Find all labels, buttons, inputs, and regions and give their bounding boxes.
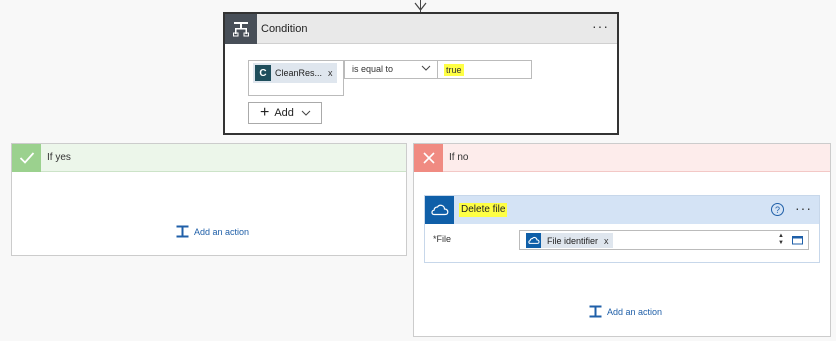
token-label: CleanRes...: [275, 68, 323, 78]
if-yes-title: If yes: [47, 152, 71, 163]
condition-title: Condition: [261, 23, 308, 35]
operator-value: is equal to: [352, 64, 394, 74]
if-yes-header[interactable]: If yes: [12, 144, 406, 172]
if-no-branch: If no Delete file ? ··· *File File ident…: [413, 143, 831, 337]
add-action-yes-button[interactable]: Add an action: [176, 225, 249, 238]
add-condition-button[interactable]: + Add: [248, 102, 322, 124]
condition-menu-icon[interactable]: ···: [592, 18, 609, 34]
add-button-label: Add: [274, 107, 294, 119]
token-label: File identifier: [547, 235, 599, 246]
help-icon[interactable]: ?: [771, 203, 784, 216]
condition-value-text: true: [444, 64, 464, 76]
action-menu-icon[interactable]: ···: [795, 200, 812, 216]
plus-icon: +: [260, 104, 270, 121]
condition-header[interactable]: Condition ···: [225, 14, 617, 44]
if-no-title: If no: [449, 152, 469, 163]
condition-card[interactable]: Condition ··· C CleanRes... x is equal t…: [223, 12, 619, 135]
file-identifier-token[interactable]: File identifier x: [526, 233, 613, 248]
chevron-down-icon: [301, 110, 311, 116]
file-field-input[interactable]: File identifier x ▲ ▼: [519, 230, 809, 250]
onedrive-icon: [526, 233, 541, 248]
delete-file-title: Delete file: [459, 203, 508, 217]
checkmark-icon: [12, 144, 41, 172]
add-action-icon: [176, 225, 189, 238]
condition-left-operand[interactable]: C CleanRes... x: [248, 60, 344, 96]
arrow-down-icon: [414, 2, 427, 11]
file-field-label: *File: [433, 234, 452, 244]
variable-icon: C: [255, 65, 271, 81]
onedrive-icon: [425, 196, 454, 224]
token-remove-icon[interactable]: x: [328, 68, 333, 78]
delete-file-action-card[interactable]: Delete file ? ··· *File File identifier …: [424, 195, 820, 263]
if-no-header[interactable]: If no: [414, 144, 830, 172]
condition-value-input[interactable]: true: [437, 60, 532, 79]
add-action-icon: [589, 305, 602, 318]
token-remove-icon[interactable]: x: [604, 236, 609, 246]
dynamic-content-token[interactable]: C CleanRes... x: [253, 63, 337, 83]
chevron-down-icon: [421, 65, 431, 71]
if-yes-branch: If yes Add an action: [11, 143, 407, 256]
condition-icon: [225, 14, 257, 44]
folder-icon[interactable]: [792, 235, 803, 245]
stepper-arrows[interactable]: ▲ ▼: [778, 233, 784, 247]
operator-dropdown[interactable]: is equal to: [344, 60, 438, 79]
close-icon: [414, 144, 443, 172]
add-action-label: Add an action: [607, 306, 663, 317]
delete-file-header[interactable]: Delete file ? ···: [425, 196, 819, 224]
add-action-label: Add an action: [194, 226, 250, 237]
add-action-no-button[interactable]: Add an action: [589, 305, 662, 318]
